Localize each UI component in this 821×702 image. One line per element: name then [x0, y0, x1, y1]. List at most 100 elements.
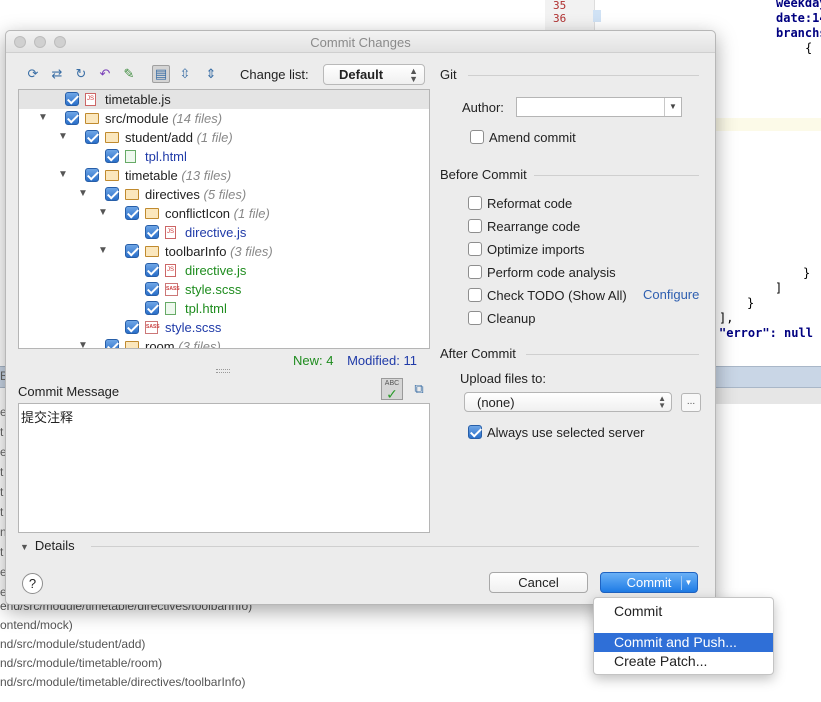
- upload-server-select[interactable]: (none) ▲ ▼: [464, 392, 672, 412]
- include-checkbox[interactable]: [105, 187, 119, 201]
- expand-all-icon[interactable]: ⇳: [176, 65, 194, 83]
- tree-row[interactable]: tpl.html: [19, 147, 429, 166]
- chevron-down-icon[interactable]: ▼: [681, 576, 695, 590]
- always-use-server-checkbox[interactable]: [468, 425, 482, 439]
- tree-expander-icon[interactable]: ▼: [58, 131, 68, 142]
- before-commit-option-label: Check TODO (Show All): [487, 288, 627, 303]
- before-commit-checkbox[interactable]: [468, 242, 482, 256]
- include-checkbox[interactable]: [145, 225, 159, 239]
- menu-item[interactable]: Create Patch...: [594, 652, 773, 671]
- before-commit-checkbox[interactable]: [468, 311, 482, 325]
- folder-icon: [105, 170, 119, 181]
- refresh-icon[interactable]: ⟳: [24, 65, 42, 83]
- console-path: ontend/mock): [0, 618, 73, 632]
- code-line: branchs: [776, 26, 821, 40]
- tree-expander-icon[interactable]: ▼: [38, 112, 48, 123]
- tree-row[interactable]: JS directive.js: [19, 261, 429, 280]
- author-label: Author:: [462, 100, 504, 115]
- git-section-title: Git: [440, 67, 457, 82]
- tree-item-label: style.scss: [165, 320, 221, 335]
- folder-icon: [145, 246, 159, 257]
- commit-options-menu: Commit Commit and Push... Create Patch...: [593, 597, 774, 675]
- include-checkbox[interactable]: [125, 244, 139, 258]
- tree-row[interactable]: ▼ conflictIcon (1 file): [19, 204, 429, 223]
- git-section-line: [468, 75, 699, 76]
- tree-row[interactable]: JS timetable.js: [19, 90, 429, 109]
- before-commit-checkbox[interactable]: [468, 288, 482, 302]
- tree-row[interactable]: ▼ toolbarInfo (3 files): [19, 242, 429, 261]
- include-checkbox[interactable]: [85, 168, 99, 182]
- before-commit-checkbox[interactable]: [468, 196, 482, 210]
- edit-icon[interactable]: ✎: [120, 65, 138, 83]
- details-separator: [91, 546, 699, 547]
- change-list-select[interactable]: Default ▲ ▼: [323, 64, 425, 85]
- include-checkbox[interactable]: [145, 282, 159, 296]
- tool-window-strip: [715, 388, 821, 404]
- tree-expander-icon[interactable]: ▼: [98, 245, 108, 256]
- include-checkbox[interactable]: [65, 111, 79, 125]
- author-input[interactable]: ▼: [516, 97, 682, 117]
- line-number: 36: [553, 12, 567, 25]
- console-fragment: t: [0, 545, 4, 559]
- help-button[interactable]: ?: [22, 573, 43, 594]
- splitter-handle[interactable]: [216, 369, 230, 373]
- amend-commit-checkbox[interactable]: [470, 130, 484, 144]
- tree-expander-icon[interactable]: ▼: [78, 340, 88, 348]
- code-line: "error": null: [719, 326, 813, 340]
- before-commit-checkbox[interactable]: [468, 219, 482, 233]
- collapse-all-icon[interactable]: ⇕: [202, 65, 220, 83]
- group-icon[interactable]: ▤: [152, 65, 170, 83]
- tree-expander-icon[interactable]: ▼: [98, 207, 108, 218]
- spellcheck-icon[interactable]: ABC ✓: [381, 378, 403, 401]
- move-icon[interactable]: ⇄: [48, 65, 66, 83]
- cancel-button[interactable]: Cancel: [489, 572, 588, 593]
- revert-icon[interactable]: ↶: [96, 65, 114, 83]
- changed-files-tree[interactable]: JS timetable.js ▼ src/module (14 files) ▼ stu…: [18, 89, 430, 349]
- code-line: weekday: [776, 0, 821, 10]
- tree-item-label: directive.js: [185, 225, 246, 240]
- chevron-down-icon[interactable]: ▼: [664, 98, 681, 116]
- updown-arrow-icon: ▲ ▼: [409, 66, 418, 84]
- tree-row[interactable]: ▼ room (3 files): [19, 337, 429, 348]
- dialog-title: Commit Changes: [310, 35, 411, 50]
- tree-row[interactable]: ▼ src/module (14 files): [19, 109, 429, 128]
- tree-expander-icon[interactable]: ▼: [78, 188, 88, 199]
- message-history-icon[interactable]: ⧉: [408, 378, 430, 400]
- tree-row[interactable]: SASS style.scss: [19, 318, 429, 337]
- sync-icon[interactable]: ↻: [72, 65, 90, 83]
- tree-row[interactable]: ▼ student/add (1 file): [19, 128, 429, 147]
- include-checkbox[interactable]: [105, 339, 119, 348]
- console-fragment: t: [0, 465, 4, 479]
- console-path: nd/src/module/timetable/directives/toolb…: [0, 675, 246, 689]
- html-file-icon: [165, 302, 176, 315]
- details-toggle[interactable]: ▼ Details: [20, 538, 75, 553]
- file-name: tpl.html: [185, 301, 227, 316]
- include-checkbox[interactable]: [105, 149, 119, 163]
- menu-item[interactable]: Commit and Push...: [594, 633, 773, 652]
- tree-row[interactable]: JS directive.js: [19, 223, 429, 242]
- configure-link[interactable]: Configure: [643, 287, 699, 302]
- before-commit-checkbox[interactable]: [468, 265, 482, 279]
- include-checkbox[interactable]: [65, 92, 79, 106]
- tree-row[interactable]: ▼ timetable (13 files): [19, 166, 429, 185]
- tree-row[interactable]: SASS style.scss: [19, 280, 429, 299]
- console-path: nd/src/module/student/add): [0, 637, 146, 651]
- include-checkbox[interactable]: [145, 263, 159, 277]
- console-fragment: t: [0, 425, 4, 439]
- include-checkbox[interactable]: [125, 206, 139, 220]
- tree-item-label: timetable.js: [105, 92, 171, 107]
- include-checkbox[interactable]: [85, 130, 99, 144]
- tree-expander-icon[interactable]: ▼: [58, 169, 68, 180]
- include-checkbox[interactable]: [145, 301, 159, 315]
- tree-row[interactable]: ▼ directives (5 files): [19, 185, 429, 204]
- file-count: (1 file): [196, 130, 233, 145]
- folder-icon: [145, 208, 159, 219]
- commit-message-textarea[interactable]: 提交注释: [18, 403, 430, 533]
- tree-row[interactable]: tpl.html: [19, 299, 429, 318]
- browse-servers-button[interactable]: ...: [681, 393, 701, 412]
- commit-button[interactable]: Commit ▼: [600, 572, 698, 593]
- include-checkbox[interactable]: [125, 320, 139, 334]
- menu-item[interactable]: Commit: [594, 602, 773, 621]
- file-name: timetable: [125, 168, 178, 183]
- upload-server-value: (none): [477, 395, 515, 410]
